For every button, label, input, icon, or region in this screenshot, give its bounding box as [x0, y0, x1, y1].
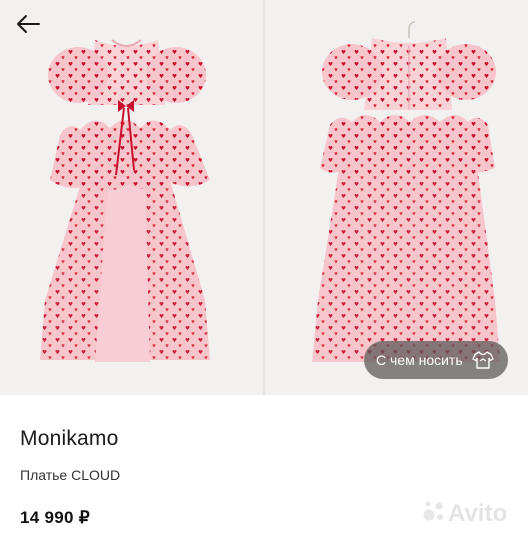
dress-back-view — [312, 21, 500, 362]
brand-name[interactable]: Monikamo — [20, 427, 118, 451]
product-price: 14 990 ₽ — [20, 508, 90, 527]
product-photo-gallery[interactable]: С чем носить — [0, 0, 528, 395]
outfit-suggestions-label: С чем носить — [376, 352, 463, 368]
back-button[interactable] — [10, 6, 46, 42]
avito-logo-icon — [423, 501, 443, 521]
avito-wordmark: Avito — [448, 500, 507, 526]
product-info: Monikamo Платье CLOUD 14 990 ₽ Avito — [0, 395, 528, 540]
outfit-suggestions-button[interactable]: С чем носить — [364, 341, 508, 379]
arrow-left-icon — [17, 15, 40, 33]
tshirt-hanger-icon — [471, 351, 494, 369]
avito-watermark: Avito — [423, 500, 507, 526]
product-title: Платье CLOUD — [20, 467, 121, 483]
photo-divider — [263, 0, 265, 395]
